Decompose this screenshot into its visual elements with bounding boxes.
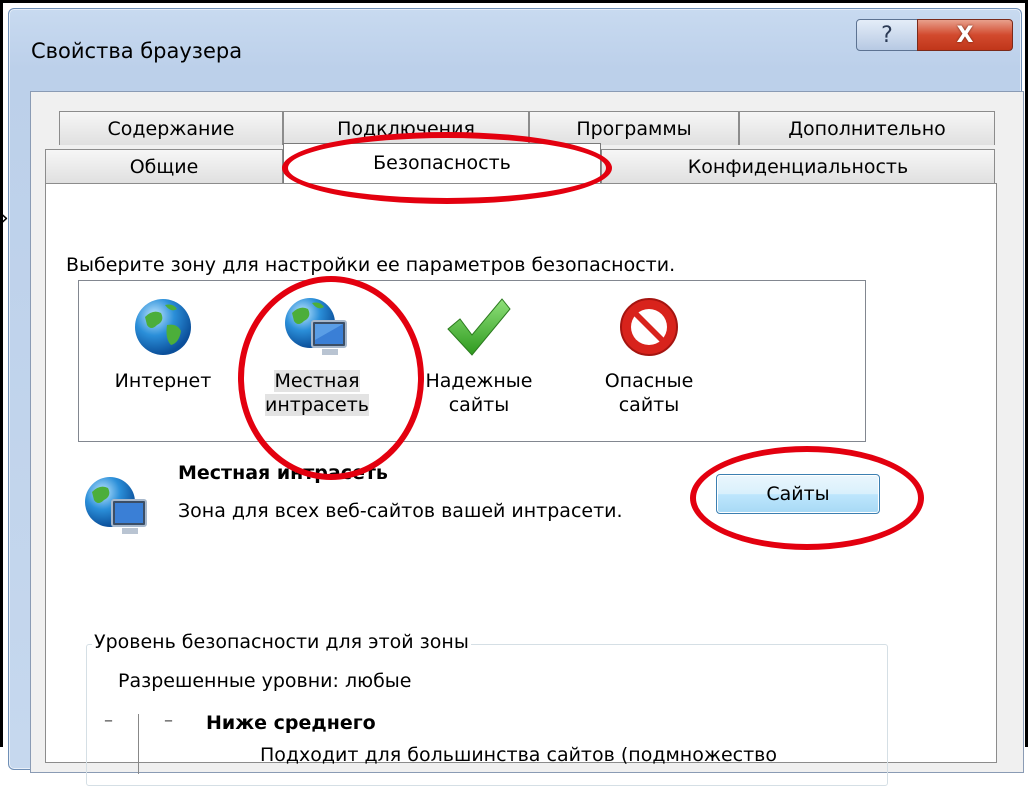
tab-advanced[interactable]: Дополнительно [739, 111, 995, 145]
tab-general[interactable]: Общие [45, 149, 283, 183]
security-tab-panel: Выберите зону для настройки ее параметро… [45, 183, 997, 786]
tab-label: Общие [129, 155, 199, 178]
no-entry-icon [617, 295, 681, 363]
tab-label: Программы [576, 117, 692, 140]
zone-label: Интернет [114, 370, 212, 392]
tab-content[interactable]: Содержание [59, 111, 283, 145]
window-title: Свойства браузера [31, 39, 243, 63]
tab-label: Дополнительно [788, 117, 946, 140]
tab-connections[interactable]: Подключения [283, 111, 529, 145]
globe-icon [131, 295, 195, 363]
tab-label: Конфиденциальность [687, 155, 909, 178]
frame-top-edge [0, 0, 1028, 3]
help-icon: ? [881, 22, 893, 48]
tab-label: Безопасность [373, 152, 511, 174]
zone-label: Местная интрасеть [265, 370, 369, 416]
slider-tick-right: – [164, 710, 173, 731]
help-button[interactable]: ? [856, 19, 918, 51]
pointer-arrow-icon: › [0, 206, 9, 231]
browser-properties-window: Свойства браузера ? X Содержание Подключ… [8, 8, 1024, 786]
tab-label: Подключения [337, 117, 475, 140]
intranet-icon [282, 295, 352, 365]
checkmark-icon [444, 295, 514, 363]
allowed-levels-text: Разрешенные уровни: любые [118, 670, 412, 692]
sites-button[interactable]: Сайты [716, 474, 880, 514]
selected-zone-title: Местная интрасеть [178, 462, 388, 484]
security-level-slider[interactable] [138, 714, 139, 774]
level-description: Подходит для большинства сайтов (подмнож… [260, 744, 777, 766]
selected-zone-intranet-icon [82, 474, 152, 544]
tab-programs[interactable]: Программы [529, 111, 739, 145]
tab-privacy[interactable]: Конфиденциальность [601, 149, 995, 183]
current-security-level: Ниже среднего [206, 712, 376, 734]
zone-list: Интернет Местная интрасеть Надежные сайт… [78, 280, 866, 442]
zone-label: Надежные сайты [425, 370, 533, 416]
zone-label: Опасные сайты [604, 370, 694, 416]
slider-tick-left: – [104, 710, 113, 731]
tab-security[interactable]: Безопасность [283, 143, 601, 183]
selected-zone-description: Зона для всех веб-сайтов вашей интрасети… [178, 500, 623, 522]
zone-prompt: Выберите зону для настройки ее параметро… [66, 254, 676, 276]
security-level-group-label: Уровень безопасности для этой зоны [92, 631, 471, 653]
close-button[interactable]: X [917, 19, 1013, 51]
frame-left-edge [0, 0, 3, 747]
caption-buttons: ? X [856, 19, 1013, 51]
tab-label: Содержание [107, 117, 235, 140]
close-icon: X [956, 22, 974, 48]
